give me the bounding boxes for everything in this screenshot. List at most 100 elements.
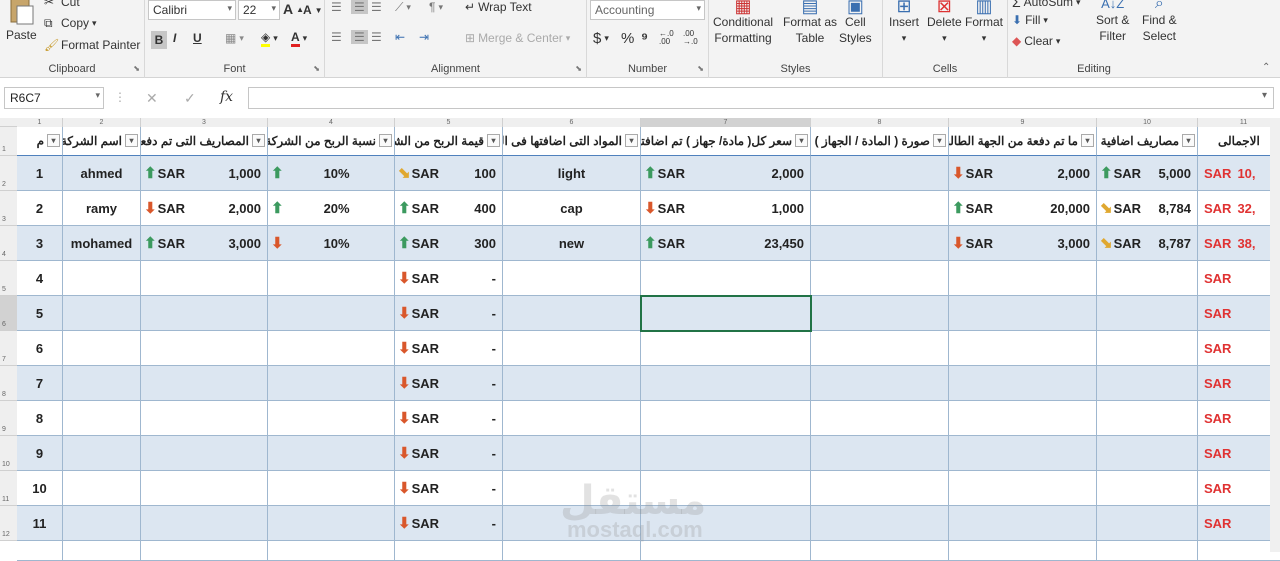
amount-cell[interactable]: ⬆ SAR 300 (395, 226, 503, 261)
number-format-select[interactable]: Accounting (590, 0, 705, 20)
paid-cell[interactable] (141, 296, 268, 331)
filter-dropdown-icon[interactable]: ▾ (625, 134, 638, 147)
empty-cell[interactable] (395, 541, 503, 561)
item-cell[interactable]: new (503, 226, 641, 261)
index-cell[interactable]: 9 (17, 436, 63, 471)
amount-cell[interactable]: ⬇ SAR 2,000 (949, 156, 1097, 191)
filter-dropdown-icon[interactable]: ▾ (1081, 134, 1094, 147)
row-header-12[interactable]: 12 (0, 506, 17, 541)
extra-cell[interactable] (1097, 261, 1198, 296)
empty-cell[interactable] (63, 541, 141, 561)
fill-button[interactable]: ⬇ Fill ▾ (1012, 13, 1048, 27)
percent-cell[interactable] (268, 296, 395, 331)
amount-cell[interactable]: ⬇ SAR 1,000 (641, 191, 811, 226)
amount-cell[interactable]: ⬊ SAR 8,787 (1097, 226, 1198, 261)
delete-button[interactable]: ⊠ Delete ▾ (927, 0, 962, 46)
item-cell[interactable] (503, 296, 641, 331)
amount-cell[interactable]: ⬆ 20% (268, 191, 395, 226)
filter-dropdown-icon[interactable]: ▾ (1182, 134, 1195, 147)
image-cell[interactable] (811, 191, 949, 226)
header-cell-3[interactable]: المصاريف التى تم دفعها للشركة▾ (141, 127, 268, 156)
paid-cell[interactable] (141, 331, 268, 366)
insert-button[interactable]: ⊞ Insert ▾ (889, 0, 919, 46)
amount-cell[interactable]: ⬆ SAR 1,000 (141, 156, 268, 191)
index-cell[interactable]: 11 (17, 506, 63, 541)
format-as-table-button[interactable]: ▤ Format as Table (783, 0, 837, 46)
amount-cell[interactable]: ⬇ SAR - (395, 471, 503, 506)
merge-center-button[interactable]: ⊞ Merge & Center ▾ (465, 31, 570, 45)
amount-cell[interactable]: ⬇ SAR - (395, 506, 503, 541)
orientation-icon[interactable]: ⟋ ▾ (395, 0, 411, 15)
amount-cell[interactable]: ⬇ SAR - (395, 401, 503, 436)
extra-cell[interactable] (1097, 331, 1198, 366)
price-cell[interactable] (641, 261, 811, 296)
percent-cell[interactable] (268, 366, 395, 401)
demand-cell[interactable] (949, 471, 1097, 506)
index-cell[interactable]: 8 (17, 401, 63, 436)
paid-cell[interactable] (141, 471, 268, 506)
image-cell[interactable] (811, 331, 949, 366)
price-cell[interactable] (641, 331, 811, 366)
total-cell[interactable]: SAR (1198, 436, 1280, 471)
total-cell[interactable]: SAR 32, (1198, 191, 1280, 226)
format-painter-button[interactable]: 🖌 Format Painter (44, 38, 140, 52)
copy-button[interactable]: ⧉ Copy ▾ (44, 16, 97, 30)
paste-button[interactable]: Paste (6, 0, 37, 42)
empty-cell[interactable] (811, 541, 949, 561)
header-cell-5[interactable]: قيمة الربح من الشركة▾ (395, 127, 503, 156)
image-cell[interactable] (811, 471, 949, 506)
demand-cell[interactable] (949, 506, 1097, 541)
price-cell[interactable] (641, 436, 811, 471)
column-header-8[interactable]: 8 (811, 118, 949, 127)
amount-cell[interactable]: ⬇ SAR 3,000 (949, 226, 1097, 261)
filter-dropdown-icon[interactable]: ▾ (125, 134, 138, 147)
header-cell-1[interactable]: م ▾ (17, 127, 63, 156)
percent-cell[interactable] (268, 471, 395, 506)
header-cell-2[interactable]: اسم الشركة ▾ (63, 127, 141, 156)
header-cell-10[interactable]: مصاريف اضافية ▾ (1097, 127, 1198, 156)
row-header-10[interactable]: 10 (0, 436, 17, 471)
paid-cell[interactable] (141, 366, 268, 401)
header-cell-7[interactable]: سعر كل( مادة/ جهاز ) تم اضافتها ▾ (641, 127, 811, 156)
column-header-2[interactable]: 2 (63, 118, 141, 127)
image-cell[interactable] (811, 506, 949, 541)
amount-cell[interactable]: ⬇ SAR - (395, 436, 503, 471)
column-header-11[interactable]: 11 (1198, 118, 1280, 127)
fx-icon[interactable]: fx (220, 89, 233, 105)
total-cell[interactable]: SAR (1198, 471, 1280, 506)
increase-decimal-icon[interactable]: ←.0.00 (659, 30, 674, 46)
align-left-icon[interactable]: ☰ (331, 30, 342, 44)
row-header-1[interactable]: 1 (0, 127, 17, 156)
empty-cell[interactable] (641, 541, 811, 561)
column-header-5[interactable]: 5 (395, 118, 503, 127)
image-cell[interactable] (811, 226, 949, 261)
column-header-10[interactable]: 10 (1097, 118, 1198, 127)
grow-font-button[interactable]: A ▲ (283, 1, 304, 17)
align-center-icon[interactable]: ☰ (351, 30, 368, 44)
row-header-8[interactable]: 8 (0, 366, 17, 401)
row-header-5[interactable]: 5 (0, 261, 17, 296)
middle-align-icon[interactable]: ☰ (351, 0, 368, 14)
rtl-icon[interactable]: ¶ ▾ (429, 0, 443, 14)
paid-cell[interactable] (141, 401, 268, 436)
amount-cell[interactable]: ⬆ SAR 23,450 (641, 226, 811, 261)
percent-cell[interactable] (268, 261, 395, 296)
amount-cell[interactable]: ⬇ SAR - (395, 296, 503, 331)
filter-dropdown-icon[interactable]: ▾ (252, 134, 265, 147)
font-size-select[interactable]: 22 (238, 0, 280, 20)
autosum-button[interactable]: Σ AutoSum ▾ (1012, 0, 1081, 10)
expand-formula-icon[interactable]: ▾ (1262, 90, 1267, 101)
row-header-9[interactable]: 9 (0, 401, 17, 436)
align-right-icon[interactable]: ☰ (371, 30, 382, 44)
image-cell[interactable] (811, 296, 949, 331)
filter-dropdown-icon[interactable]: ▾ (47, 134, 60, 147)
extra-cell[interactable] (1097, 401, 1198, 436)
item-cell[interactable]: cap (503, 191, 641, 226)
amount-cell[interactable]: ⬆ SAR 20,000 (949, 191, 1097, 226)
amount-cell[interactable]: ⬊ SAR 8,784 (1097, 191, 1198, 226)
conditional-formatting-button[interactable]: ▦ Conditional Formatting (713, 0, 773, 46)
clear-button[interactable]: ◆ Clear ▾ (1012, 34, 1060, 48)
bold-button[interactable]: B (151, 31, 167, 49)
company-cell[interactable]: ahmed (63, 156, 141, 191)
formula-bar-menu-icon[interactable]: ⋮ (114, 90, 126, 104)
